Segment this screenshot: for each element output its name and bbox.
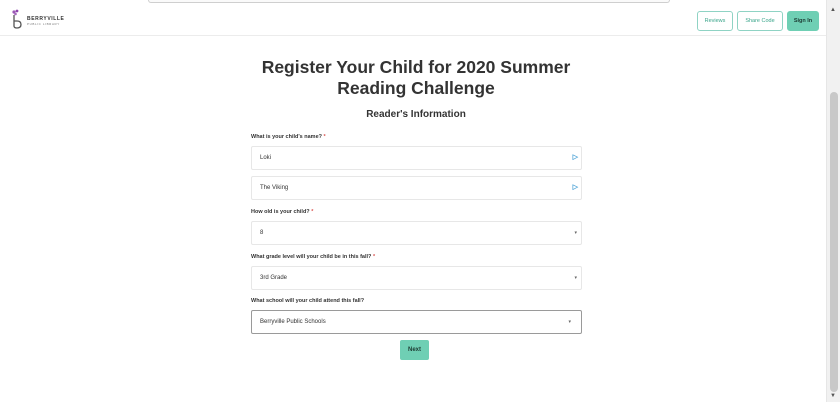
contact-card-icon[interactable]: ▷ (573, 153, 578, 161)
school-label-text: What school will your child attend this … (251, 298, 365, 304)
site-header: BERRYVILLE PUBLIC LIBRARY Reviews Share … (0, 4, 826, 36)
caret-down-icon: ▾ (574, 275, 577, 281)
required-mark: * (372, 254, 376, 260)
grade-value: 3rd Grade (260, 275, 288, 281)
logo-mark-icon (12, 9, 22, 29)
last-name-value: The Viking (260, 185, 289, 191)
scroll-down-arrow-icon[interactable]: ▼ (830, 393, 836, 399)
school-value: Berryville Public Schools (260, 319, 326, 325)
grade-select[interactable]: 3rd Grade ▾ (251, 266, 582, 290)
page-title: Register Your Child for 2020 Summer Read… (261, 57, 571, 98)
required-mark: * (323, 134, 326, 140)
share-code-button[interactable]: Share Code (737, 11, 783, 31)
grade-level-label: What grade level will your child be in t… (251, 254, 375, 260)
required-mark: * (311, 209, 314, 215)
contact-card-icon[interactable]: ▷ (573, 183, 578, 191)
last-name-input[interactable]: The Viking ▷ (251, 176, 582, 200)
first-name-value: Loki (260, 155, 272, 161)
logo-subtext: PUBLIC LIBRARY (27, 22, 60, 26)
child-name-label: What is your child's name? * (251, 134, 326, 140)
scroll-thumb[interactable] (830, 92, 838, 392)
first-name-input[interactable]: Loki ▷ (251, 146, 582, 170)
child-age-label-text: How old is your child? (251, 209, 310, 215)
grade-level-label-text: What grade level will your child be in t… (251, 254, 372, 260)
age-value: 8 (260, 230, 264, 236)
school-select[interactable]: Berryville Public Schools ▾ (251, 310, 582, 334)
sign-in-button[interactable]: Sign In (787, 11, 819, 31)
age-select[interactable]: 8 ▾ (251, 221, 582, 245)
caret-down-icon: ▾ (568, 319, 571, 325)
scroll-up-arrow-icon[interactable]: ▲ (830, 7, 836, 13)
reviews-button[interactable]: Reviews (697, 11, 733, 31)
address-bar[interactable] (148, 0, 670, 3)
caret-down-icon: ▾ (574, 230, 577, 236)
next-button[interactable]: Next (400, 340, 429, 360)
child-age-label: How old is your child? * (251, 209, 313, 215)
child-name-label-text: What is your child's name? (251, 134, 322, 140)
section-heading: Reader's Information (366, 109, 466, 120)
school-label: What school will your child attend this … (251, 298, 364, 304)
page-scrollbar[interactable]: ▲ ▼ (826, 0, 840, 402)
library-logo[interactable]: BERRYVILLE PUBLIC LIBRARY (10, 9, 70, 31)
